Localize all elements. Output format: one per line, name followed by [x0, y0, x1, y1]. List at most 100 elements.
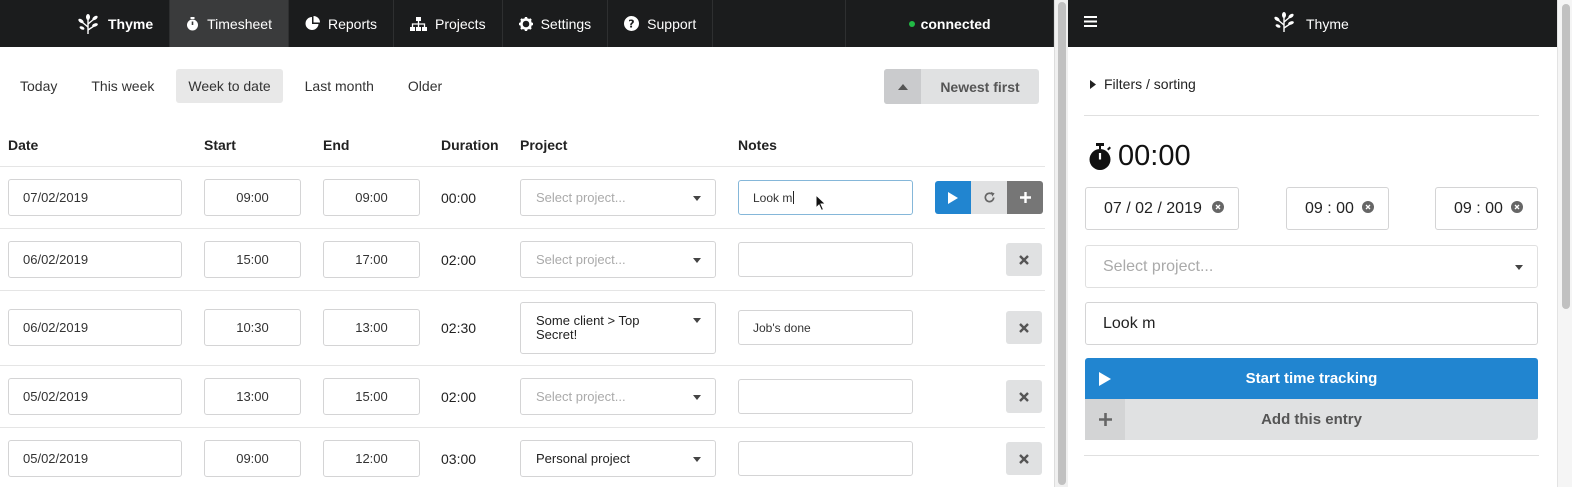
panel-scrollbar[interactable]: [1557, 0, 1572, 487]
end-time-input[interactable]: 09:00: [323, 179, 420, 216]
project-select-placeholder: Select project...: [536, 389, 626, 404]
scrollbar-thumb[interactable]: [1562, 4, 1570, 309]
duration-value: 00:00: [441, 190, 477, 206]
notes-input[interactable]: Job's done: [738, 310, 913, 345]
start-time-input[interactable]: 09:00: [204, 179, 301, 216]
panel-notes-input[interactable]: Look m: [1085, 302, 1538, 345]
project-select[interactable]: Some client > Top Secret!: [520, 302, 716, 354]
filters-toggle[interactable]: Filters / sorting: [1090, 76, 1196, 92]
period-today[interactable]: Today: [8, 69, 69, 103]
clear-date-icon[interactable]: [1212, 201, 1224, 213]
nav-timesheet[interactable]: Timesheet: [170, 0, 289, 47]
timer-display: 00:00: [1088, 140, 1191, 173]
sort-order-label: Newest first: [940, 78, 1020, 95]
caret-right-icon: [1090, 79, 1096, 89]
start-time-input[interactable]: 15:00: [204, 241, 301, 278]
thyme-logo-icon: [76, 13, 100, 35]
restart-entry-button[interactable]: [971, 181, 1007, 214]
start-time-input[interactable]: 09:00: [204, 440, 301, 477]
end-time-input[interactable]: 17:00: [323, 241, 420, 278]
main-scrollbar[interactable]: [1054, 0, 1068, 487]
add-entry-button[interactable]: [1007, 181, 1043, 214]
panel-project-select[interactable]: Select project...: [1085, 245, 1538, 288]
notes-input[interactable]: [738, 441, 913, 476]
plus-icon: [1019, 192, 1031, 203]
stopwatch-icon: [186, 16, 199, 31]
period-last-month[interactable]: Last month: [293, 69, 386, 103]
nav-reports[interactable]: Reports: [289, 0, 394, 47]
mobile-brand[interactable]: Thyme: [1272, 0, 1349, 47]
sort-order-button[interactable]: Newest first: [884, 69, 1039, 104]
project-select[interactable]: Select project...: [520, 378, 716, 415]
panel-project-placeholder: Select project...: [1103, 257, 1214, 275]
divider: [1084, 115, 1539, 116]
project-select[interactable]: Select project...: [520, 241, 716, 278]
add-this-entry-label: Add this entry: [1261, 411, 1362, 428]
panel-end-time-input[interactable]: 09 : 00: [1435, 187, 1538, 230]
notes-input[interactable]: [738, 242, 913, 277]
svg-text:?: ?: [628, 18, 634, 31]
date-input[interactable]: 07/02/2019: [8, 179, 182, 216]
end-time-input[interactable]: 12:00: [323, 440, 420, 477]
panel-start-time-input[interactable]: 09 : 00: [1286, 187, 1389, 230]
text-caret: [793, 191, 795, 204]
delete-entry-button[interactable]: [1006, 311, 1042, 344]
nav-label: Support: [647, 15, 697, 32]
project-select[interactable]: Select project...: [520, 179, 716, 216]
column-header-end[interactable]: End: [323, 137, 349, 153]
column-header-start[interactable]: Start: [204, 137, 236, 153]
nav-label: Projects: [435, 15, 486, 32]
clear-start-icon[interactable]: [1362, 201, 1374, 213]
nav-support[interactable]: ? Support: [608, 0, 714, 47]
timesheet-app: Thyme Timesheet Reports Projects Setting…: [0, 0, 1054, 487]
period-week-to-date[interactable]: Week to date: [176, 69, 283, 103]
hamburger-menu-icon[interactable]: [1084, 15, 1097, 33]
panel-end-value: 09 : 00: [1454, 199, 1503, 217]
period-filter: Today This week Week to date Last month …: [8, 69, 464, 103]
clear-end-icon[interactable]: [1511, 201, 1523, 213]
start-entry-button[interactable]: [935, 181, 971, 214]
period-this-week[interactable]: This week: [79, 69, 166, 103]
delete-entry-button[interactable]: [1006, 442, 1042, 475]
project-select-value: Some client > Top Secret!: [536, 313, 640, 342]
mouse-cursor-icon: [815, 193, 827, 217]
notes-input[interactable]: [738, 379, 913, 414]
brand-link[interactable]: Thyme: [0, 0, 171, 47]
panel-date-input[interactable]: 07 / 02 / 2019: [1085, 187, 1239, 230]
project-select[interactable]: Personal project: [520, 440, 716, 477]
scrollbar-thumb[interactable]: [1058, 2, 1066, 485]
start-time-input[interactable]: 13:00: [204, 378, 301, 415]
chevron-down-icon: [693, 195, 701, 201]
date-input[interactable]: 06/02/2019: [8, 309, 182, 346]
row-divider: [0, 166, 1045, 167]
close-icon: [1019, 391, 1029, 402]
nav-settings[interactable]: Settings: [503, 0, 609, 47]
date-input[interactable]: 05/02/2019: [8, 440, 182, 477]
column-header-project[interactable]: Project: [520, 137, 567, 153]
stopwatch-icon: [1089, 142, 1111, 170]
duration-value: 02:00: [441, 252, 477, 268]
delete-entry-button[interactable]: [1006, 243, 1042, 276]
period-older[interactable]: Older: [396, 69, 454, 103]
date-input[interactable]: 06/02/2019: [8, 241, 182, 278]
date-input[interactable]: 05/02/2019: [8, 378, 182, 415]
play-icon: [948, 191, 958, 204]
gear-icon: [518, 16, 533, 31]
panel-start-value: 09 : 00: [1305, 199, 1354, 217]
end-time-input[interactable]: 15:00: [323, 378, 420, 415]
row-divider: [0, 365, 1045, 366]
column-header-notes[interactable]: Notes: [738, 137, 777, 153]
start-time-input[interactable]: 10:30: [204, 309, 301, 346]
chevron-down-icon: [693, 257, 701, 263]
start-time-tracking-button[interactable]: Start time tracking: [1085, 358, 1538, 399]
column-header-date[interactable]: Date: [8, 137, 38, 153]
nav-projects[interactable]: Projects: [394, 0, 503, 47]
end-time-input[interactable]: 13:00: [323, 309, 420, 346]
column-header-duration[interactable]: Duration: [441, 137, 499, 153]
nav-label: Reports: [327, 15, 377, 32]
delete-entry-button[interactable]: [1006, 380, 1042, 413]
add-this-entry-button[interactable]: Add this entry: [1085, 399, 1538, 440]
divider: [1084, 455, 1539, 456]
connection-status: connected: [845, 0, 1054, 47]
